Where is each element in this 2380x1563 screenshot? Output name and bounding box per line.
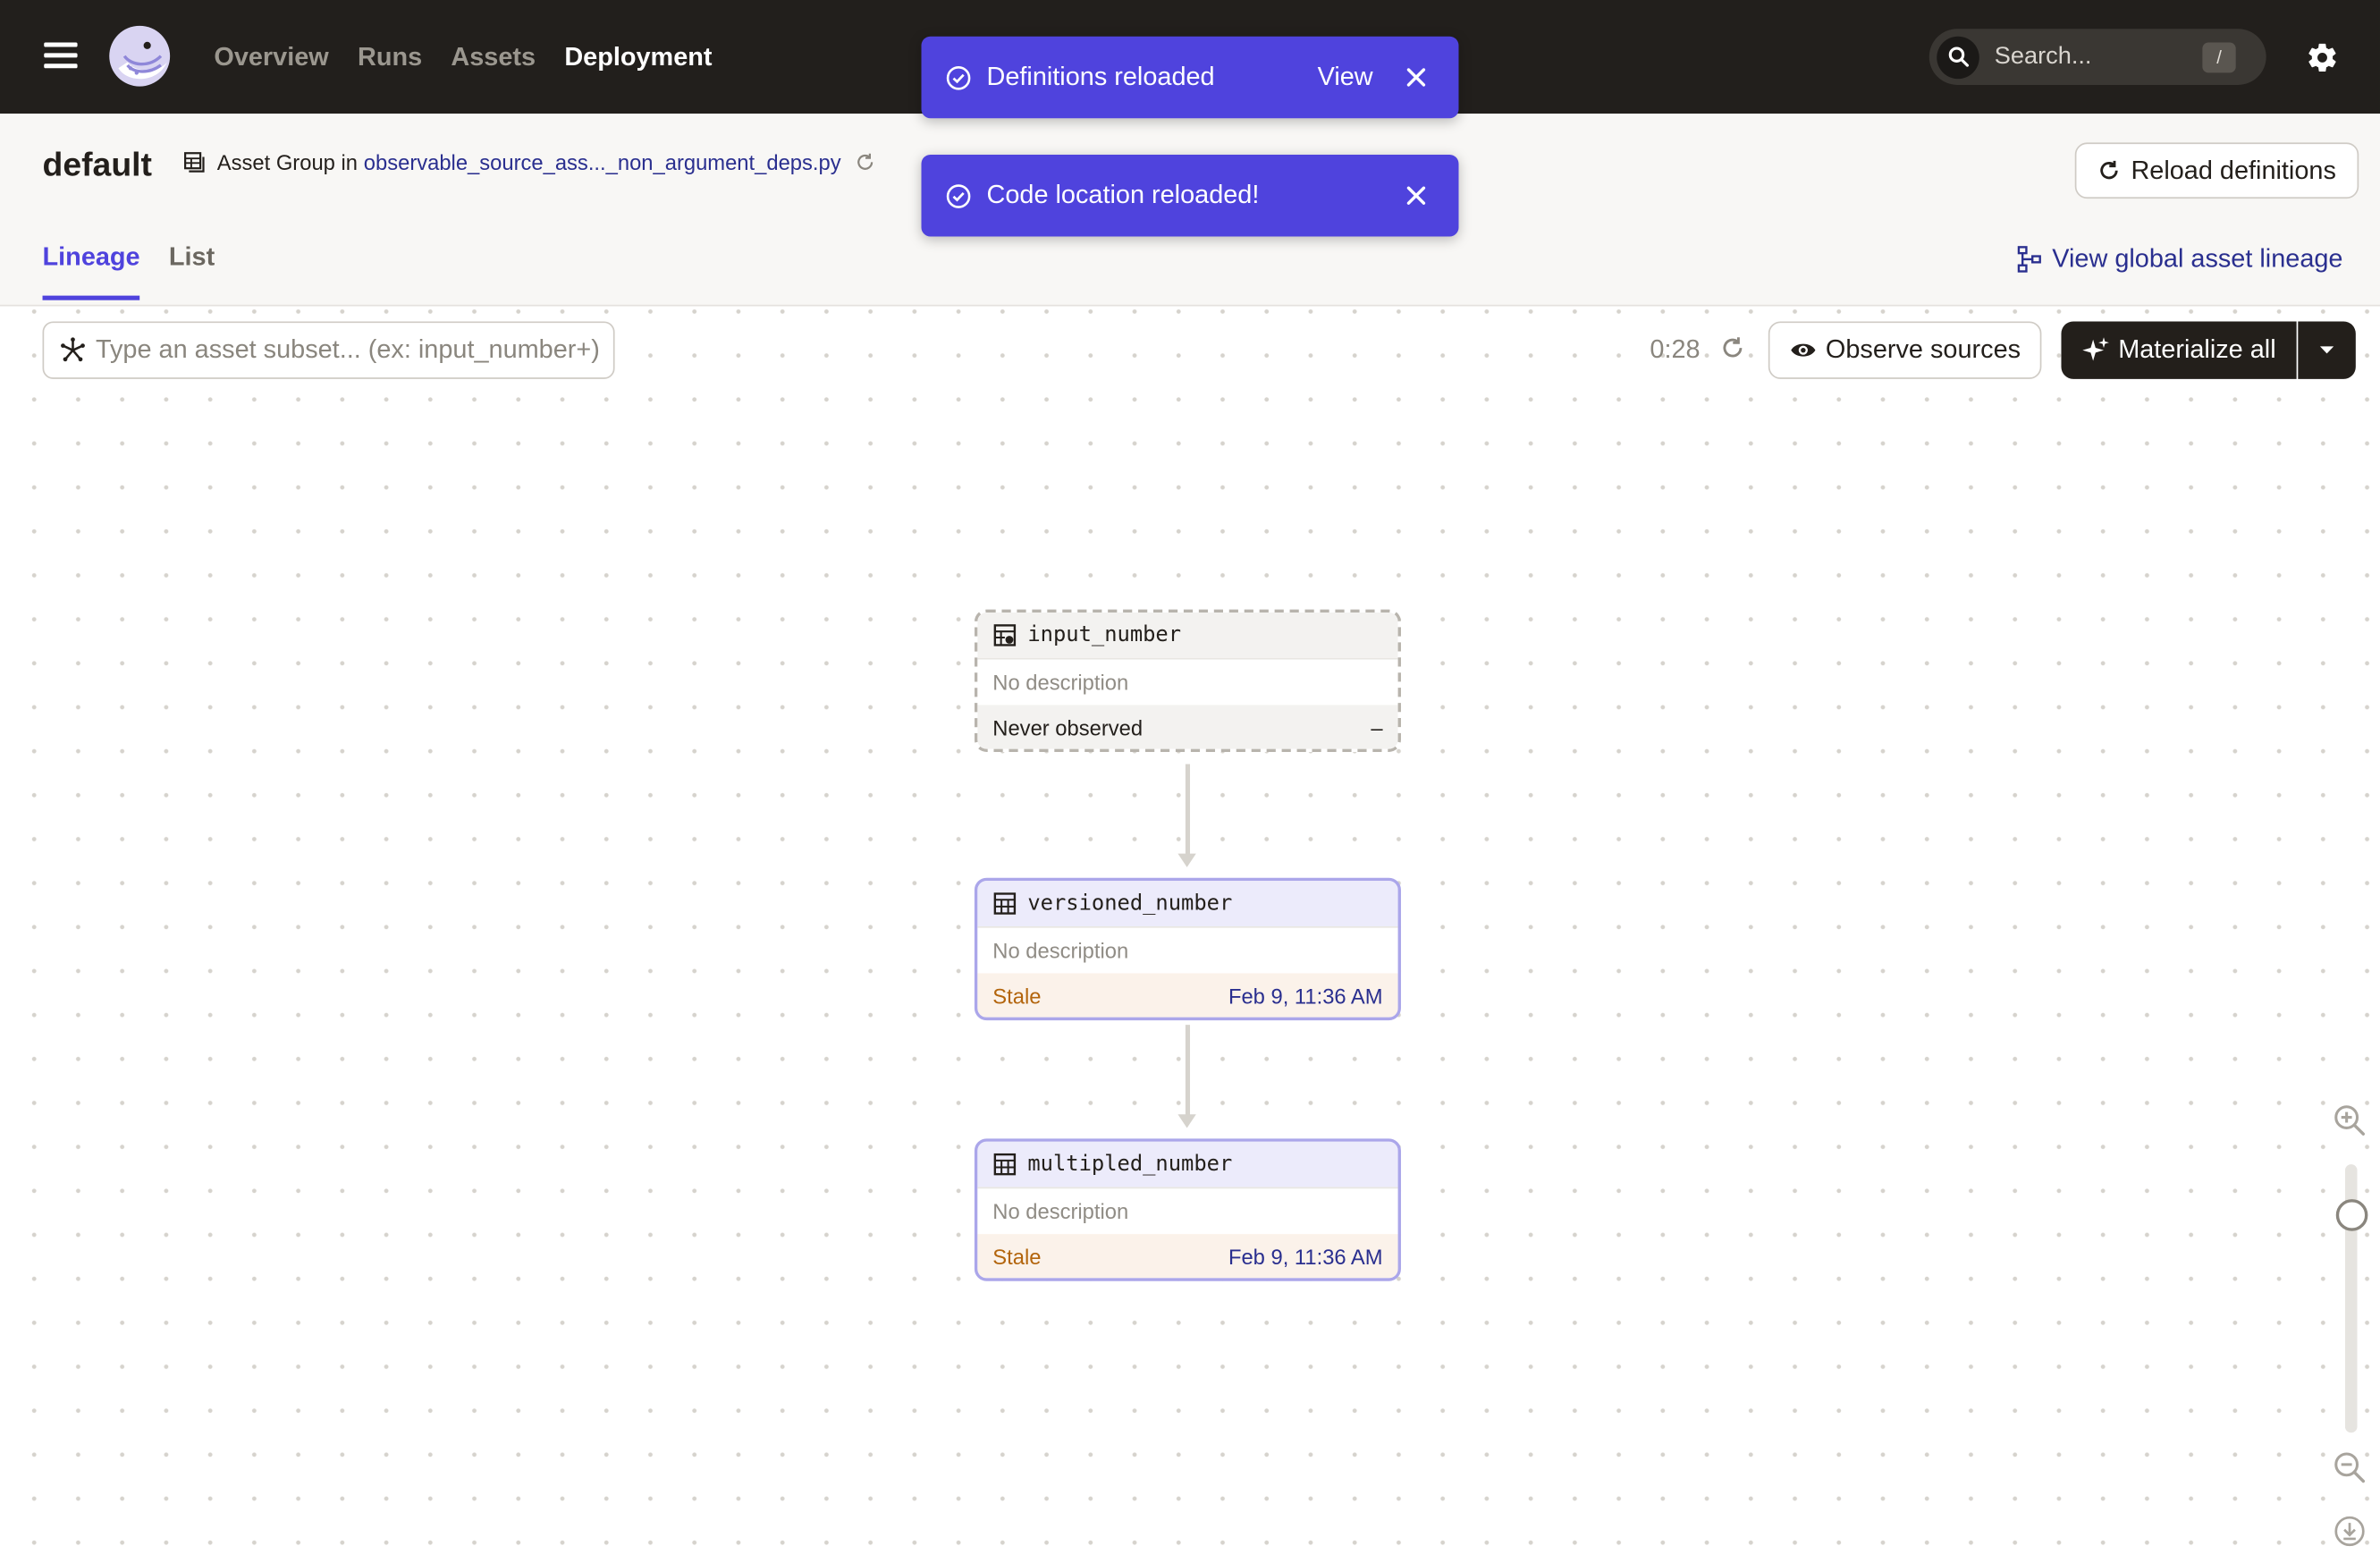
dagster-logo[interactable] xyxy=(106,22,173,89)
page-title: default xyxy=(42,145,152,184)
reload-definitions-label: Reload definitions xyxy=(2131,155,2336,185)
observe-sources-label: Observe sources xyxy=(1825,334,2021,364)
asset-group-icon xyxy=(184,152,205,173)
asset-status: Stale xyxy=(992,983,1042,1008)
refresh-countdown: 0:28 xyxy=(1650,334,1701,364)
zoom-slider-handle[interactable] xyxy=(2335,1199,2368,1231)
asset-subset-input[interactable] xyxy=(95,334,604,366)
asset-description: No description xyxy=(977,657,1398,705)
search-shortcut-key: / xyxy=(2202,42,2236,73)
lineage-icon xyxy=(2017,246,2041,273)
view-global-lineage-label: View global asset lineage xyxy=(2052,243,2343,274)
code-location-link[interactable]: observable_source_ass..._non_argument_de… xyxy=(364,150,841,174)
lineage-edge xyxy=(1185,1025,1190,1116)
search-placeholder: Search... xyxy=(1994,43,2092,70)
asset-node-header: versioned_number xyxy=(977,881,1398,926)
toast-message: Code location reloaded! xyxy=(986,180,1260,209)
tab-list[interactable]: List xyxy=(169,242,215,300)
toast-code-location-reloaded: Code location reloaded! xyxy=(921,154,1459,237)
toast-definitions-reloaded: Definitions reloaded View xyxy=(921,36,1459,119)
close-icon[interactable] xyxy=(1404,65,1428,89)
eye-icon xyxy=(1790,343,1816,357)
check-circle-icon xyxy=(946,66,971,90)
nav-deployment[interactable]: Deployment xyxy=(564,42,712,72)
app-root: Overview Runs Assets Deployment Search..… xyxy=(0,0,2380,1563)
nav-overview[interactable]: Overview xyxy=(214,42,328,72)
asset-name: input_number xyxy=(1027,622,1182,647)
asset-status-value: – xyxy=(1371,714,1383,739)
menu-icon[interactable] xyxy=(44,42,78,68)
asset-group-label: Asset Group in xyxy=(216,149,358,174)
zoom-in-icon[interactable] xyxy=(2333,1103,2366,1136)
refresh-icon[interactable] xyxy=(855,152,876,173)
asset-node-input-number[interactable]: input_number No description Never observ… xyxy=(974,609,1401,752)
asset-group-info: Asset Group in observable_source_ass..._… xyxy=(182,150,876,174)
gear-icon[interactable] xyxy=(2306,41,2339,74)
materialize-all-label: Materialize all xyxy=(2118,334,2276,364)
view-global-lineage-link[interactable]: View global asset lineage xyxy=(2017,244,2342,275)
refresh-icon[interactable] xyxy=(1719,335,1745,361)
search-box[interactable]: Search... / xyxy=(1928,29,2266,85)
toast-view-button[interactable]: View xyxy=(1318,63,1373,93)
asset-status-row: Stale Feb 9, 11:36 AM xyxy=(977,1234,1398,1279)
asset-name: versioned_number xyxy=(1027,891,1233,917)
lineage-edge xyxy=(1185,764,1190,856)
search-icon xyxy=(1937,35,1979,79)
asset-timestamp-link[interactable]: Feb 9, 11:36 AM xyxy=(1228,1244,1383,1268)
nav-assets[interactable]: Assets xyxy=(451,42,536,72)
materialize-options-dropdown[interactable] xyxy=(2298,321,2356,379)
asterisk-icon xyxy=(61,337,85,362)
asset-node-versioned-number[interactable]: versioned_number No description Stale Fe… xyxy=(974,877,1401,1021)
lineage-canvas[interactable]: 0:28 Observe sources Materialize all xyxy=(0,306,2380,1563)
asset-node-multipled-number[interactable]: multipled_number No description Stale Fe… xyxy=(974,1138,1401,1281)
table-icon xyxy=(993,892,1017,915)
sparkle-icon xyxy=(2081,337,2109,361)
view-tabs: Lineage List xyxy=(42,242,244,300)
arrow-down-icon xyxy=(1177,853,1196,867)
asset-description: No description xyxy=(977,925,1398,974)
table-icon xyxy=(993,1153,1017,1176)
reload-definitions-button[interactable]: Reload definitions xyxy=(2074,142,2359,199)
asset-status-row: Never observed – xyxy=(977,705,1398,749)
asset-name: multipled_number xyxy=(1027,1152,1233,1177)
asset-subset-filter xyxy=(42,321,615,379)
check-circle-icon xyxy=(946,184,971,208)
asset-status: Never observed xyxy=(992,714,1144,739)
download-icon[interactable] xyxy=(2333,1515,2366,1548)
source-asset-icon xyxy=(993,624,1017,646)
toast-message: Definitions reloaded xyxy=(986,62,1215,91)
asset-description: No description xyxy=(977,1187,1398,1235)
asset-status-row: Stale Feb 9, 11:36 AM xyxy=(977,973,1398,1018)
arrow-down-icon xyxy=(1177,1114,1196,1128)
caret-down-icon xyxy=(2319,346,2334,354)
asset-timestamp-link[interactable]: Feb 9, 11:36 AM xyxy=(1228,984,1383,1008)
asset-status: Stale xyxy=(992,1244,1042,1269)
nav-runs[interactable]: Runs xyxy=(358,42,422,72)
close-icon[interactable] xyxy=(1404,183,1428,207)
asset-node-header: input_number xyxy=(977,612,1398,658)
nav-links: Overview Runs Assets Deployment xyxy=(214,0,740,114)
observe-sources-button[interactable]: Observe sources xyxy=(1768,321,2042,379)
asset-node-header: multipled_number xyxy=(977,1141,1398,1187)
tab-lineage[interactable]: Lineage xyxy=(42,242,140,300)
refresh-icon xyxy=(2100,160,2118,180)
zoom-out-icon[interactable] xyxy=(2333,1451,2366,1484)
materialize-all-button[interactable]: Materialize all xyxy=(2061,321,2297,379)
